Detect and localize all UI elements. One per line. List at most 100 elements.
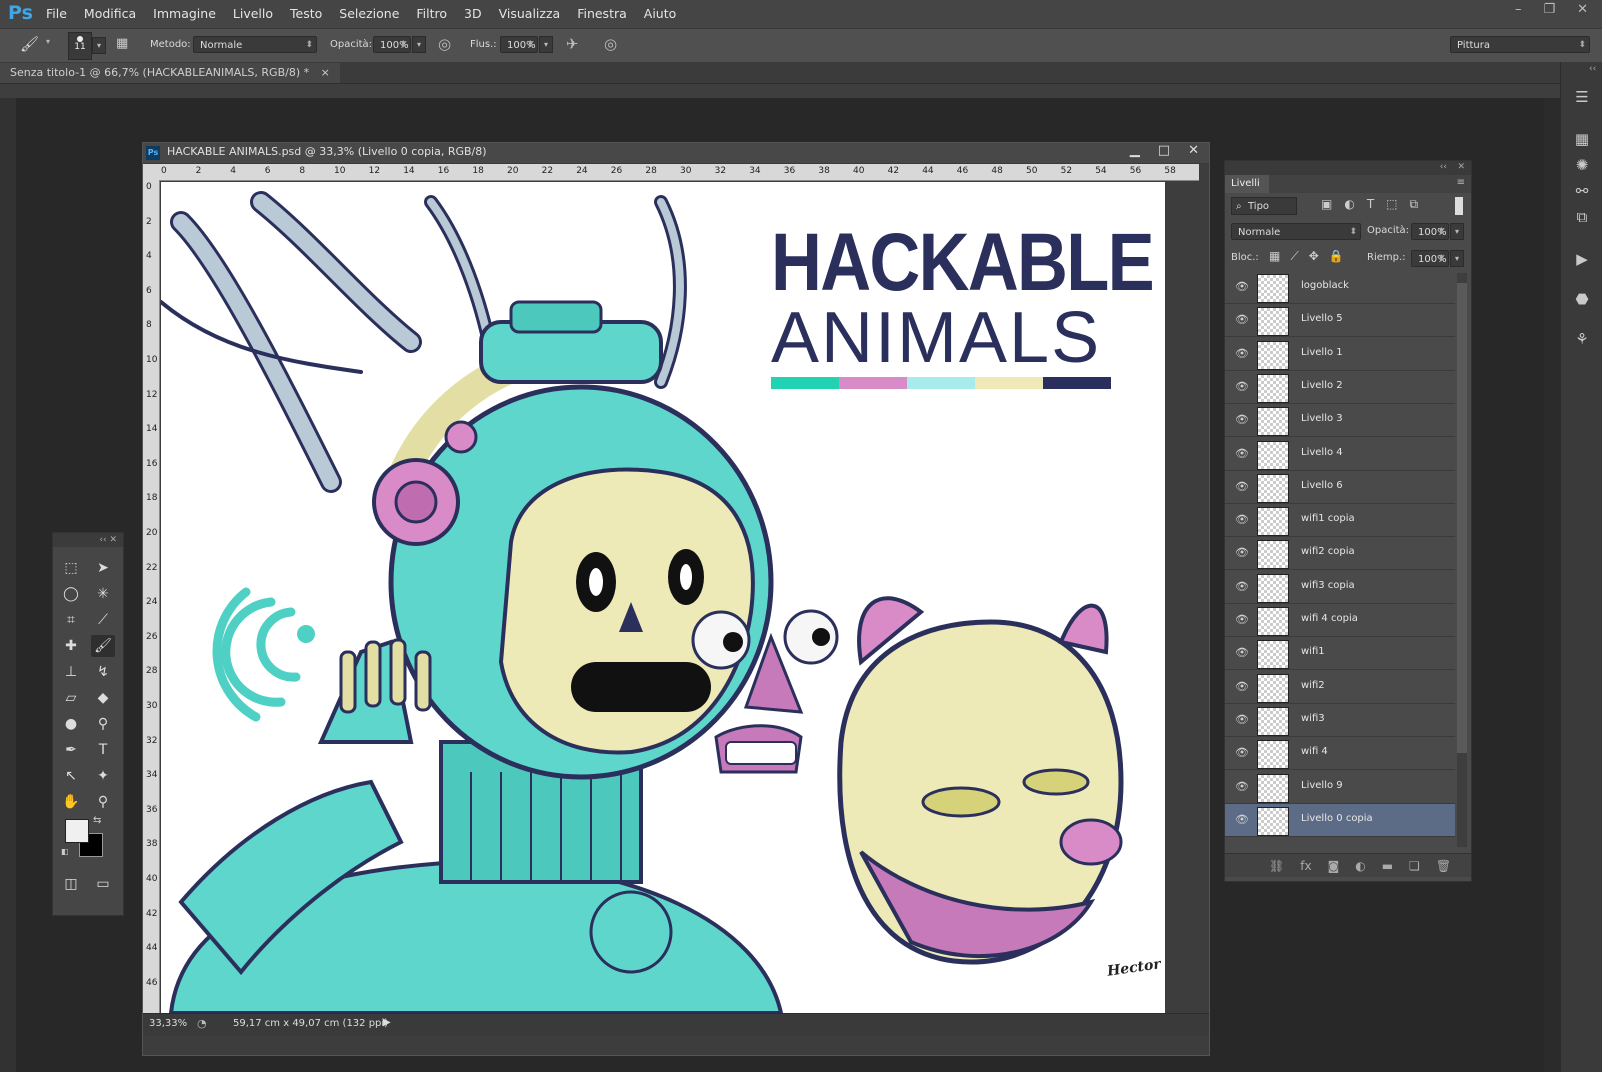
visibility-eye-icon[interactable]: 👁: [1235, 780, 1249, 793]
hand-tool-icon[interactable]: ✋: [59, 791, 83, 813]
visibility-eye-icon[interactable]: 👁: [1235, 647, 1249, 659]
visibility-eye-icon[interactable]: 👁: [1235, 414, 1249, 426]
layer-opacity-input[interactable]: 100%: [1411, 223, 1449, 241]
path-selection-icon[interactable]: ↖: [59, 765, 83, 787]
fill-input[interactable]: 100%: [1411, 250, 1449, 268]
layer-row[interactable]: 👁 Livello 4: [1225, 438, 1455, 471]
layer-row[interactable]: 👁 wifi3: [1225, 704, 1455, 737]
layer-row[interactable]: 👁 Livello 3: [1225, 404, 1455, 438]
brush-panel-icon[interactable]: ▦: [116, 36, 134, 54]
layer-row[interactable]: 👁 wifi3 copia: [1225, 571, 1455, 604]
collapse-panel-icon[interactable]: ‹‹: [1440, 162, 1447, 172]
brush-size-dropdown[interactable]: ▾: [92, 37, 106, 54]
layer-row[interactable]: 👁 wifi1 copia: [1225, 504, 1455, 538]
minimize-icon[interactable]: –: [1515, 2, 1522, 17]
lock-all-icon[interactable]: 🔒: [1329, 249, 1344, 264]
visibility-eye-icon[interactable]: 👁: [1235, 514, 1249, 526]
menu-selezione[interactable]: Selezione: [339, 6, 399, 21]
menu-file[interactable]: File: [46, 6, 67, 21]
channels-icon[interactable]: ⧉: [1571, 206, 1593, 228]
screen-mode-icon[interactable]: ▭: [91, 873, 115, 895]
menu-visualizza[interactable]: Visualizza: [499, 6, 561, 21]
eraser-icon[interactable]: ▱: [59, 687, 83, 709]
3d-icon[interactable]: ⬣: [1571, 288, 1593, 310]
layer-row[interactable]: 👁 Livello 0 copia: [1225, 803, 1455, 837]
menu-modifica[interactable]: Modifica: [84, 6, 136, 21]
delete-layer-icon[interactable]: 🗑: [1436, 854, 1451, 877]
lock-position-icon[interactable]: ✥: [1309, 249, 1319, 264]
menu-aiuto[interactable]: Aiuto: [644, 6, 677, 21]
layers-panel-header[interactable]: ‹‹ ✕: [1225, 161, 1471, 175]
text-tool-icon[interactable]: T: [91, 739, 115, 761]
pressure-size-icon[interactable]: ◎: [604, 35, 617, 53]
history-brush-icon[interactable]: ↯: [91, 661, 115, 683]
layers-scrollbar-thumb[interactable]: [1457, 283, 1467, 753]
visibility-eye-icon[interactable]: 👁: [1235, 380, 1249, 393]
visibility-eye-icon[interactable]: 👁: [1235, 547, 1249, 559]
eyedropper-icon[interactable]: ⟋: [91, 609, 115, 631]
vertical-ruler[interactable]: 0 2 4 6 8 10 12 14 16 18 20 22 24 26 28 30 32 34 36 38 40 42 4…: [143, 180, 160, 1013]
adjustments-icon[interactable]: ☰: [1571, 86, 1593, 108]
lasso-tool-icon[interactable]: ◯: [59, 583, 83, 605]
chevron-down-icon[interactable]: ▾: [46, 37, 50, 46]
paths-icon[interactable]: ⚯: [1571, 180, 1593, 202]
workspace-select[interactable]: Pittura: [1450, 36, 1590, 54]
menu-livello[interactable]: Livello: [233, 6, 273, 21]
default-colors-icon[interactable]: ◧: [61, 847, 69, 856]
visibility-eye-icon[interactable]: 👁: [1235, 447, 1249, 460]
layer-row[interactable]: 👁 Livello 1: [1225, 338, 1455, 371]
healing-brush-icon[interactable]: ✚: [59, 635, 83, 657]
dodge-tool-icon[interactable]: ⚲: [91, 713, 115, 735]
doc-close-icon[interactable]: ✕: [1188, 143, 1199, 158]
close-panel-icon[interactable]: ✕: [1457, 162, 1465, 172]
canvas[interactable]: HACKABLE ANIMALS Hector: [161, 182, 1165, 1013]
shape-filter-icon[interactable]: ⬚: [1386, 197, 1397, 212]
smart-object-filter-icon[interactable]: ⧉: [1410, 197, 1419, 212]
fill-dropdown[interactable]: ▾: [1450, 250, 1464, 267]
layer-row[interactable]: 👁 wifi 4 copia: [1225, 604, 1455, 637]
status-icon[interactable]: ◔: [197, 1017, 207, 1030]
link-layers-icon[interactable]: ⛓: [1269, 854, 1284, 877]
layer-row[interactable]: 👁 wifi 4: [1225, 737, 1455, 771]
brush-tool-preset-icon[interactable]: 🖌: [20, 35, 44, 55]
layer-row[interactable]: 👁 logoblack: [1225, 271, 1455, 304]
close-icon[interactable]: ✕: [1577, 2, 1588, 17]
layer-opacity-dropdown[interactable]: ▾: [1450, 223, 1464, 240]
document-title-bar[interactable]: Ps HACKABLE ANIMALS.psd @ 33,3% (Livello…: [143, 143, 1209, 164]
adjustment-layer-icon[interactable]: ◐: [1355, 854, 1365, 877]
layer-row[interactable]: 👁 wifi1: [1225, 637, 1455, 671]
visibility-eye-icon[interactable]: 👁: [1235, 614, 1249, 626]
lock-transparency-icon[interactable]: ▦: [1269, 249, 1280, 264]
tab-livelli[interactable]: Livelli: [1225, 175, 1269, 193]
doc-maximize-icon[interactable]: □: [1158, 143, 1170, 158]
expand-dock-icon[interactable]: ‹‹: [1589, 64, 1596, 74]
doc-minimize-icon[interactable]: ▁: [1130, 143, 1140, 158]
ruler-origin[interactable]: [143, 164, 159, 180]
visibility-eye-icon[interactable]: 👁: [1235, 480, 1249, 493]
tab-close-icon[interactable]: ×: [321, 66, 330, 79]
brush-tool-icon[interactable]: 🖌: [91, 635, 115, 657]
method-select[interactable]: Normale: [193, 36, 317, 54]
menu-filtro[interactable]: Filtro: [416, 6, 447, 21]
lock-pixels-icon[interactable]: ⟋: [1290, 249, 1298, 264]
tab-senza-titolo[interactable]: Senza titolo-1 @ 66,7% (HACKABLEANIMALS,…: [0, 63, 340, 83]
menu-testo[interactable]: Testo: [290, 6, 322, 21]
zoom-level[interactable]: 33,33%: [149, 1018, 187, 1029]
swatches-icon[interactable]: ▦: [1571, 128, 1593, 150]
layer-filter-select[interactable]: ⌕ Tipo: [1231, 197, 1297, 215]
horizontal-ruler[interactable]: 0 2 4 6 8 10 12 14 16 18 20 22 24 26 28 30 32 34 36 38 40 42 4…: [159, 164, 1199, 181]
pressure-opacity-icon[interactable]: ◎: [438, 35, 451, 53]
actions-play-icon[interactable]: ▶: [1571, 248, 1593, 270]
opacity-dropdown[interactable]: ▾: [412, 36, 426, 53]
marquee-tool-icon[interactable]: ⬚: [59, 557, 83, 579]
visibility-eye-icon[interactable]: 👁: [1235, 314, 1249, 326]
flow-dropdown[interactable]: ▾: [539, 36, 553, 53]
panel-menu-icon[interactable]: ≡: [1457, 177, 1465, 188]
layer-row[interactable]: 👁 Livello 5: [1225, 304, 1455, 338]
visibility-eye-icon[interactable]: 👁: [1235, 580, 1249, 593]
menu-immagine[interactable]: Immagine: [153, 6, 216, 21]
tool-presets-icon[interactable]: ⚘: [1571, 328, 1593, 350]
blur-tool-icon[interactable]: ●: [59, 713, 83, 735]
tools-panel-header[interactable]: ‹‹ ✕: [53, 533, 123, 547]
add-mask-icon[interactable]: ◙: [1328, 854, 1340, 877]
